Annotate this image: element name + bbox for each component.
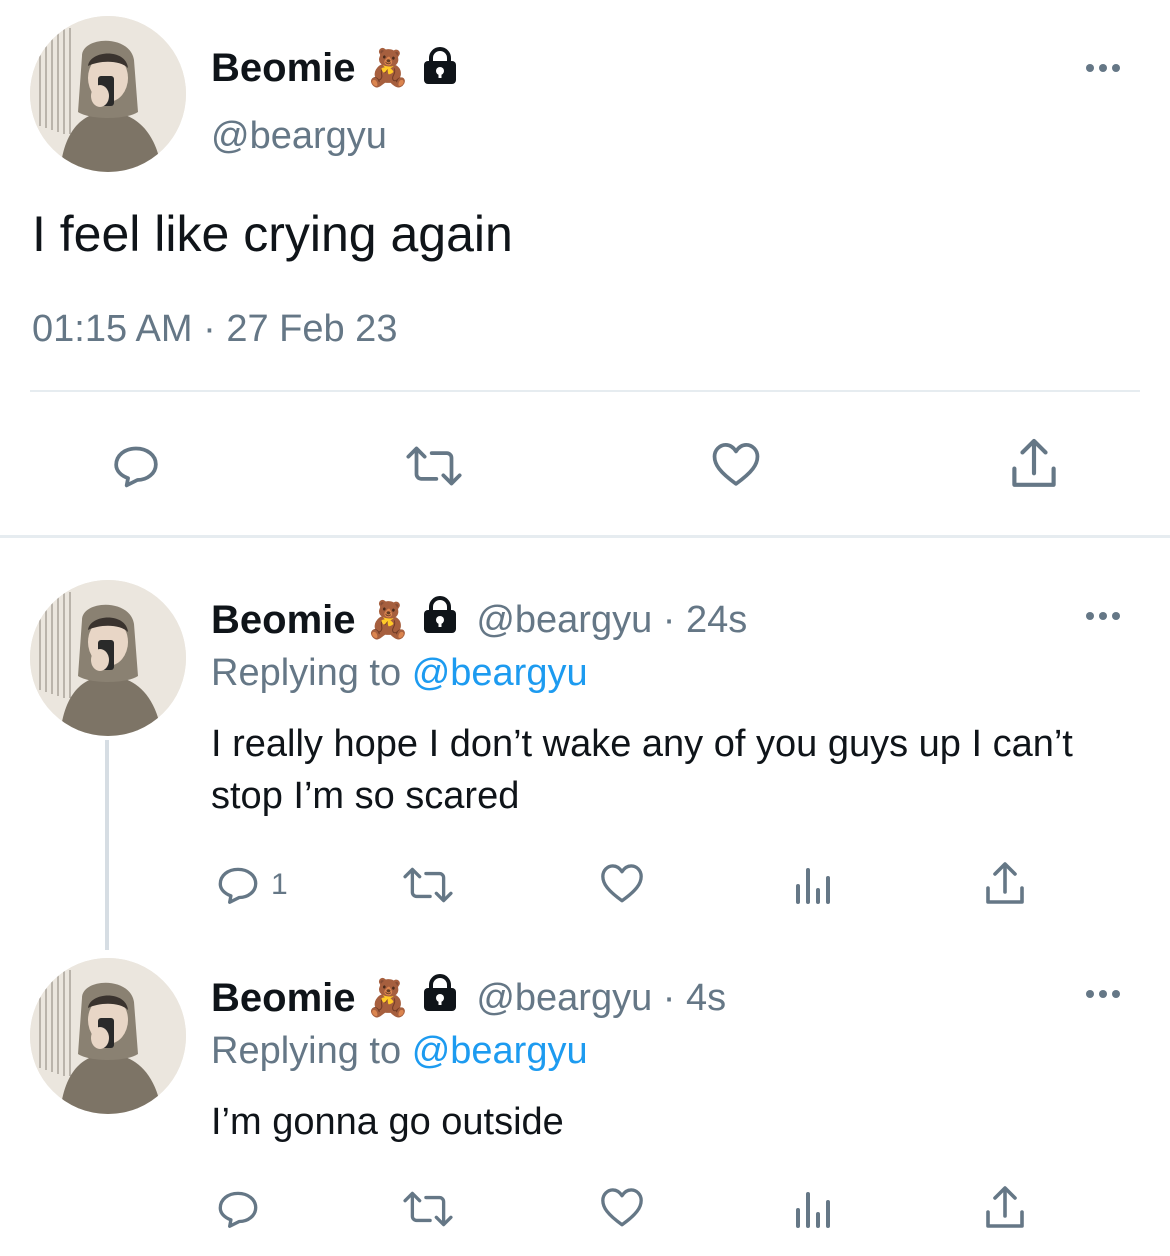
analytics-button[interactable] [792, 1186, 834, 1230]
share-icon [1012, 438, 1056, 487]
replying-handle-link[interactable]: @beargyu [412, 652, 588, 694]
share-icon [986, 862, 1024, 904]
replying-to: Replying to @beargyu [211, 1030, 588, 1073]
share-icon [986, 1186, 1024, 1228]
handle-timestamp[interactable]: @beargyu · 4s [476, 977, 726, 1020]
lock-icon [420, 973, 460, 1023]
teddy-bear-emoji: 🧸 [365, 978, 411, 1019]
tweet-text: I feel like crying again [32, 206, 513, 262]
tweet-text: I really hope I don’t wake any of you gu… [211, 723, 1073, 817]
more-icon[interactable] [1083, 48, 1123, 93]
separator [0, 535, 1170, 538]
replying-to: Replying to @beargyu [211, 652, 588, 695]
display-name[interactable]: Beomie [211, 46, 356, 91]
analytics-icon [796, 1192, 830, 1228]
analytics-button[interactable] [792, 862, 834, 906]
divider [30, 390, 1140, 392]
share-button[interactable] [980, 1182, 1030, 1234]
reply-author-row: Beomie 🧸 @beargyu · 24s [211, 592, 747, 648]
share-button[interactable] [980, 858, 1030, 910]
retweet-icon [406, 446, 462, 486]
retweet-icon [403, 867, 453, 903]
retweet-button[interactable] [400, 438, 468, 494]
reply-button[interactable] [108, 438, 164, 494]
retweet-button[interactable] [398, 1184, 458, 1234]
like-button[interactable] [596, 1182, 648, 1232]
display-name[interactable]: Beomie [211, 598, 356, 643]
like-button[interactable] [596, 858, 648, 908]
timestamp[interactable]: 01:15 AM · 27 Feb 23 [32, 308, 397, 351]
tweet-text: I’m gonna go outside [211, 1101, 564, 1143]
analytics-icon [796, 868, 830, 904]
reply-icon [218, 867, 258, 904]
more-icon[interactable] [1083, 974, 1123, 1019]
reply-button[interactable] [213, 1184, 263, 1234]
share-button[interactable] [1006, 434, 1062, 494]
avatar[interactable] [30, 580, 186, 736]
more-icon[interactable] [1083, 596, 1123, 641]
avatar[interactable] [30, 16, 186, 172]
retweet-icon [403, 1191, 453, 1227]
retweet-button[interactable] [398, 860, 458, 910]
like-icon [712, 443, 760, 486]
reply-count: 1 [271, 868, 288, 901]
reply-icon [114, 446, 158, 488]
display-name[interactable]: Beomie [211, 976, 356, 1021]
replying-handle-link[interactable]: @beargyu [412, 1030, 588, 1072]
reply-author-row: Beomie 🧸 @beargyu · 4s [211, 970, 726, 1026]
teddy-bear-emoji: 🧸 [365, 48, 411, 89]
teddy-bear-emoji: 🧸 [365, 600, 411, 641]
like-button[interactable] [707, 436, 765, 492]
handle-timestamp[interactable]: @beargyu · 24s [476, 599, 747, 642]
thread-line [105, 740, 109, 950]
reply-icon [218, 1191, 258, 1228]
lock-icon [420, 46, 460, 91]
lock-icon [420, 595, 460, 645]
like-icon [601, 1188, 643, 1227]
like-icon [601, 864, 643, 903]
username[interactable]: @beargyu [211, 115, 387, 158]
author-row: Beomie 🧸 [211, 40, 460, 96]
replying-prefix: Replying to [211, 652, 402, 694]
avatar[interactable] [30, 958, 186, 1114]
replying-prefix: Replying to [211, 1030, 402, 1072]
reply-button[interactable]: 1 [213, 860, 288, 910]
